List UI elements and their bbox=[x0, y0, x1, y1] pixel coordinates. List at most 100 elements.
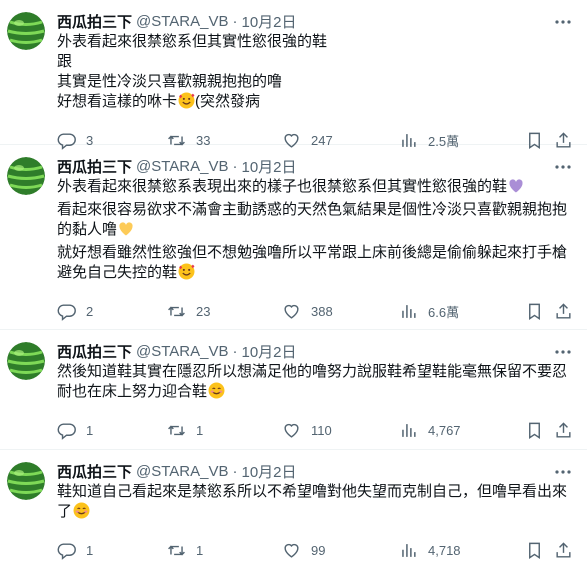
views-button[interactable]: 4,767 bbox=[399, 421, 517, 440]
avatar[interactable] bbox=[7, 12, 45, 50]
tweet-line-text: 外表看起來很禁慾系表現出來的樣子也很禁慾系但其實性慾很強的鞋 bbox=[57, 178, 508, 195]
tweet-line: 外表看起來很禁慾系但其實性慾很強的鞋 bbox=[57, 33, 328, 50]
tweet-header: 西瓜拍三下 @STARA_VB · 10月2日 bbox=[57, 10, 573, 32]
avatar[interactable] bbox=[7, 342, 45, 380]
retweet-button[interactable]: 1 bbox=[167, 541, 282, 560]
share-icon bbox=[556, 302, 571, 319]
reply-button[interactable]: 2 bbox=[57, 302, 167, 321]
user-handle[interactable]: @STARA_VB bbox=[136, 158, 228, 175]
separator-dot: · bbox=[232, 157, 238, 175]
avatar[interactable] bbox=[7, 462, 45, 500]
reply-button[interactable]: 1 bbox=[57, 421, 167, 440]
reply-icon bbox=[57, 542, 76, 560]
tweet-actions: 2 23 388 6.6萬 bbox=[57, 292, 573, 330]
user-handle[interactable]: @STARA_VB bbox=[136, 13, 228, 30]
smiling-face-icon bbox=[73, 502, 90, 525]
tweet-line: 就好想看雖然性慾強但不想勉強噜所以平常跟上床前後總是偷偷躲起來打手槍避免自己失控… bbox=[57, 243, 573, 286]
more-icon bbox=[555, 470, 571, 474]
share-button[interactable] bbox=[554, 541, 573, 560]
bookmark-button[interactable] bbox=[525, 541, 544, 560]
like-button[interactable]: 388 bbox=[282, 302, 399, 321]
tweet[interactable]: 西瓜拍三下 @STARA_VB · 10月2日 外表看起來很禁慾系表現出來的樣子… bbox=[0, 145, 587, 330]
like-count: 110 bbox=[311, 422, 332, 438]
like-button[interactable]: 99 bbox=[282, 541, 399, 560]
tweet-date[interactable]: 10月2日 bbox=[242, 156, 297, 177]
retweet-icon bbox=[168, 545, 185, 555]
bookmark-button[interactable] bbox=[525, 421, 544, 440]
retweet-icon bbox=[168, 306, 185, 316]
tweet-actions: 1 1 99 4,718 bbox=[57, 531, 573, 569]
view-count: 4,718 bbox=[428, 542, 461, 558]
tweet-content: 西瓜拍三下 @STARA_VB · 10月2日 鞋知道自己看起來是禁慾系所以不希… bbox=[57, 460, 573, 573]
share-icon bbox=[556, 541, 571, 558]
tweet-content: 西瓜拍三下 @STARA_VB · 10月2日 外表看起來很禁慾系表現出來的樣子… bbox=[57, 155, 573, 329]
user-handle[interactable]: @STARA_VB bbox=[136, 343, 228, 360]
tweet-actions: 1 1 110 4,767 bbox=[57, 411, 573, 449]
yellow-heart-icon bbox=[118, 221, 134, 243]
reply-count: 2 bbox=[86, 303, 94, 319]
like-icon bbox=[284, 304, 299, 319]
user-handle[interactable]: @STARA_VB bbox=[136, 463, 228, 480]
tweet-line-text: 鞋知道自己看起來是禁慾系所以不希望噜對他失望而克制自己，但噜早看出來了 bbox=[57, 483, 568, 520]
reply-count: 1 bbox=[86, 422, 94, 438]
separator-dot: · bbox=[232, 12, 238, 30]
more-options-button[interactable] bbox=[553, 157, 573, 177]
tweet-text: 鞋知道自己看起來是禁慾系所以不希望噜對他失望而克制自己，但噜早看出來了 bbox=[57, 482, 573, 525]
reply-button[interactable]: 1 bbox=[57, 541, 167, 560]
display-name[interactable]: 西瓜拍三下 bbox=[57, 341, 132, 362]
tweet-date[interactable]: 10月2日 bbox=[242, 461, 297, 482]
tweet-line-text: 就好想看雖然性慾強但不想勉強噜所以平常跟上床前後總是偷偷躲起來打手槍避免自己失控… bbox=[57, 244, 568, 281]
avatar-watermelon bbox=[7, 462, 45, 500]
display-name[interactable]: 西瓜拍三下 bbox=[57, 156, 132, 177]
display-name[interactable]: 西瓜拍三下 bbox=[57, 11, 132, 32]
more-icon bbox=[555, 165, 571, 169]
more-options-button[interactable] bbox=[553, 462, 573, 482]
avatar-watermelon bbox=[7, 157, 45, 195]
tweet[interactable]: 西瓜拍三下 @STARA_VB · 10月2日 鞋知道自己看起來是禁慾系所以不希… bbox=[0, 450, 587, 573]
tweet[interactable]: 西瓜拍三下 @STARA_VB · 10月2日 然後知道鞋其實在隱忍所以想滿足他… bbox=[0, 330, 587, 450]
tweet-line: 然後知道鞋其實在隱忍所以想滿足他的噜努力說服鞋希望鞋能毫無保留不要忍耐也在床上努… bbox=[57, 362, 573, 405]
tweet-content: 西瓜拍三下 @STARA_VB · 10月2日 然後知道鞋其實在隱忍所以想滿足他… bbox=[57, 340, 573, 449]
bookmark-button[interactable] bbox=[525, 302, 544, 321]
tweet-line-text: 好想看這樣的咻卡 bbox=[57, 93, 178, 110]
tweet-header: 西瓜拍三下 @STARA_VB · 10月2日 bbox=[57, 340, 573, 362]
view-count: 6.6萬 bbox=[428, 304, 460, 320]
bookmark-icon bbox=[529, 422, 540, 439]
tweet-text: 外表看起來很禁慾系但其實性慾很強的鞋 跟 其實是性冷淡只喜歡親親抱抱的噜 好想看… bbox=[57, 32, 573, 115]
share-button[interactable] bbox=[554, 421, 573, 440]
bookmark-icon bbox=[529, 542, 540, 559]
retweet-count: 1 bbox=[196, 542, 204, 558]
more-options-button[interactable] bbox=[553, 342, 573, 362]
views-button[interactable]: 4,718 bbox=[399, 541, 517, 560]
tweet-date[interactable]: 10月2日 bbox=[242, 11, 297, 32]
tweet-content: 西瓜拍三下 @STARA_VB · 10月2日 外表看起來很禁慾系但其實性慾很強… bbox=[57, 10, 573, 150]
tweet-date[interactable]: 10月2日 bbox=[242, 341, 297, 362]
share-button[interactable] bbox=[554, 302, 573, 321]
view-count: 4,767 bbox=[428, 422, 461, 438]
avatar[interactable] bbox=[7, 157, 45, 195]
display-name[interactable]: 西瓜拍三下 bbox=[57, 461, 132, 482]
like-count: 99 bbox=[311, 542, 326, 558]
views-icon bbox=[402, 304, 416, 318]
tweet-line: 好想看這樣的咻卡 (突然發病 bbox=[57, 92, 573, 115]
retweet-button[interactable]: 1 bbox=[167, 421, 282, 440]
tweet-text: 外表看起來很禁慾系表現出來的樣子也很禁慾系但其實性慾很強的鞋 看起來很容易欲求不… bbox=[57, 177, 573, 286]
views-icon bbox=[402, 423, 416, 437]
tweet[interactable]: 西瓜拍三下 @STARA_VB · 10月2日 外表看起來很禁慾系但其實性慾很強… bbox=[0, 0, 587, 150]
tweet-header: 西瓜拍三下 @STARA_VB · 10月2日 bbox=[57, 460, 573, 482]
avatar-watermelon bbox=[7, 12, 45, 50]
tweet-line: 其實是性冷淡只喜歡親親抱抱的噜 bbox=[57, 73, 283, 90]
tweet-line: 外表看起來很禁慾系表現出來的樣子也很禁慾系但其實性慾很強的鞋 bbox=[57, 177, 573, 200]
bookmark-icon bbox=[529, 303, 540, 320]
more-icon bbox=[555, 20, 571, 24]
tweet-line: 鞋知道自己看起來是禁慾系所以不希望噜對他失望而克制自己，但噜早看出來了 bbox=[57, 482, 573, 525]
like-icon bbox=[284, 543, 299, 558]
views-button[interactable]: 6.6萬 bbox=[399, 302, 517, 321]
like-button[interactable]: 110 bbox=[282, 421, 399, 440]
retweet-button[interactable]: 23 bbox=[167, 302, 282, 321]
more-options-button[interactable] bbox=[553, 12, 573, 32]
reply-count: 1 bbox=[86, 542, 94, 558]
more-icon bbox=[555, 350, 571, 354]
retweet-count: 23 bbox=[196, 303, 211, 319]
tweet-feed: 西瓜拍三下 @STARA_VB · 10月2日 外表看起來很禁慾系但其實性慾很強… bbox=[0, 0, 587, 573]
